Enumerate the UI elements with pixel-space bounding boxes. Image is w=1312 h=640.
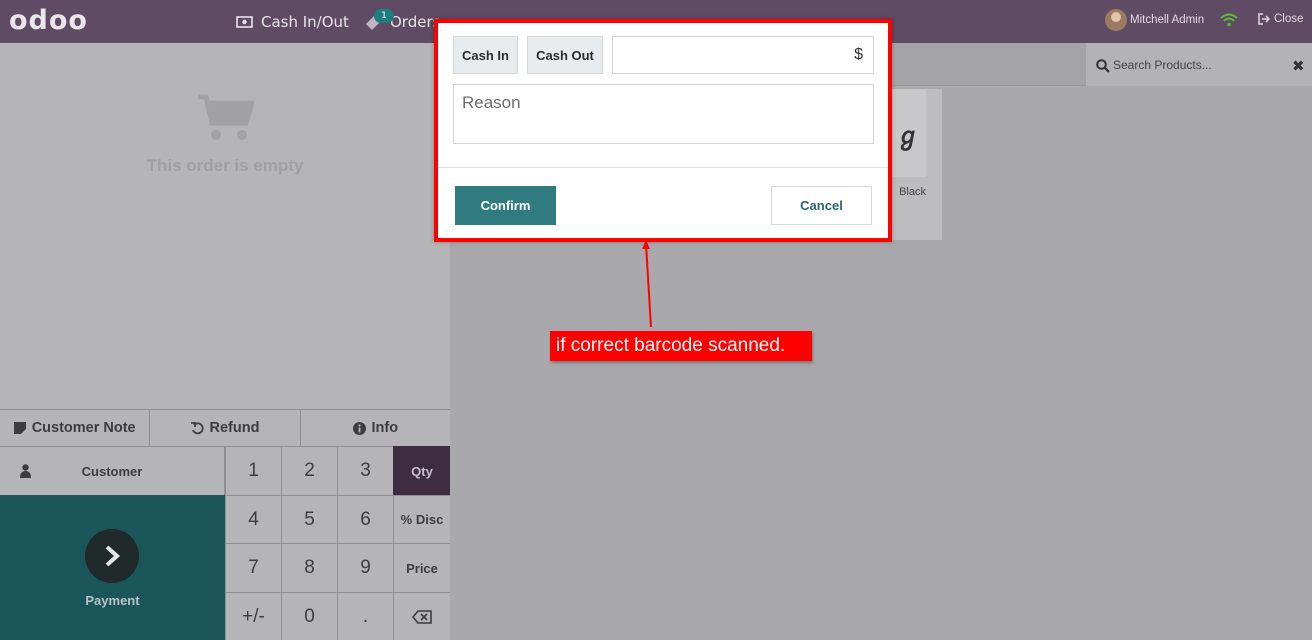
cash-move-popup: Cash In Cash Out $ Confirm Cancel bbox=[434, 19, 892, 242]
cash-in-button[interactable]: Cash In bbox=[453, 36, 518, 74]
cancel-button[interactable]: Cancel bbox=[771, 186, 872, 225]
divider bbox=[438, 167, 888, 168]
annotation-callout: if correct barcode scanned. bbox=[550, 331, 812, 361]
cash-out-button[interactable]: Cash Out bbox=[527, 36, 603, 74]
amount-input[interactable] bbox=[621, 46, 841, 66]
currency-symbol: $ bbox=[854, 46, 863, 63]
amount-field: $ bbox=[612, 36, 874, 74]
reason-field[interactable] bbox=[453, 84, 874, 144]
confirm-button[interactable]: Confirm bbox=[455, 186, 556, 225]
